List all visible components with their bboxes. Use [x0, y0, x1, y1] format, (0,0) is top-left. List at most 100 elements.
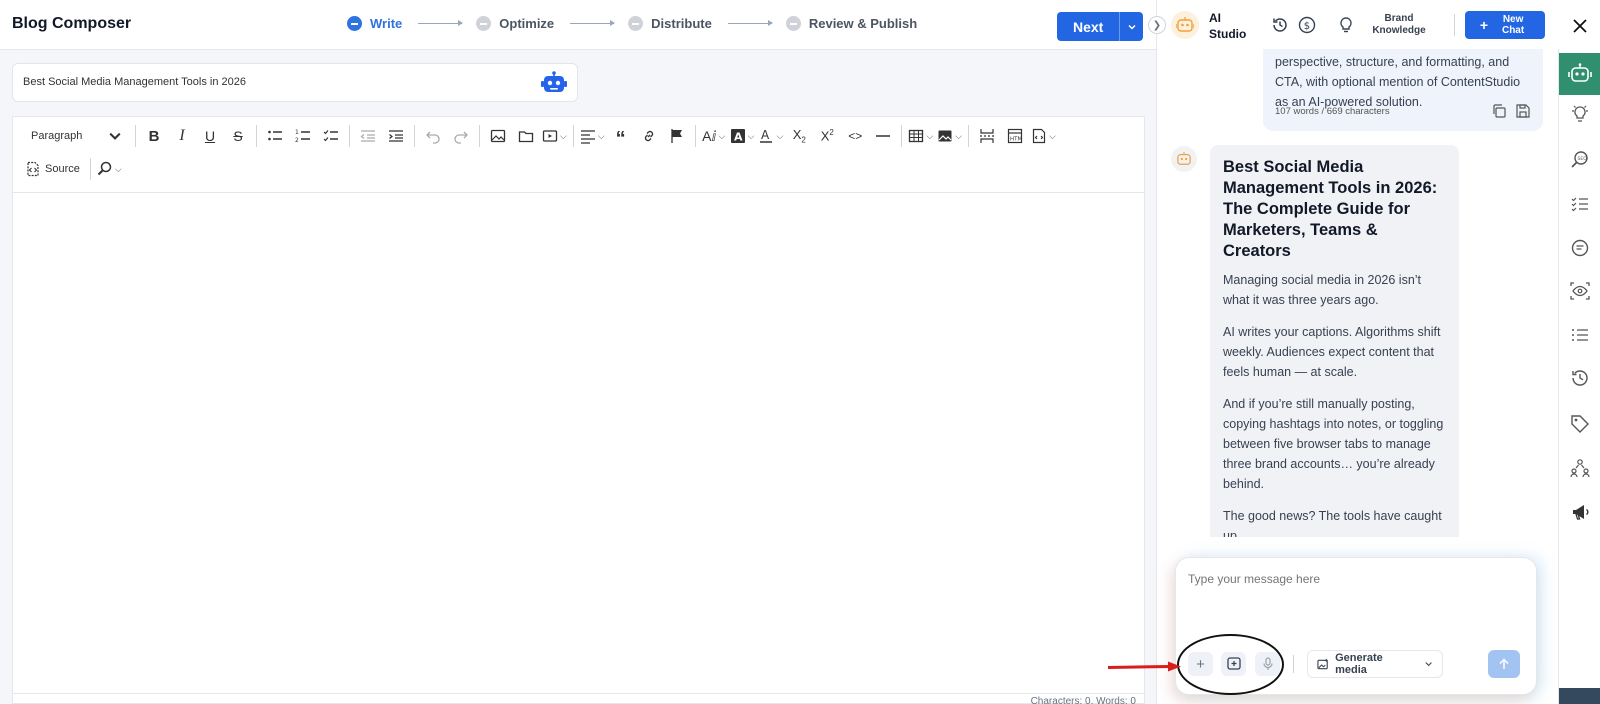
insert-media-button[interactable]: ⌵ [542, 125, 567, 147]
svg-text:A: A [734, 131, 743, 144]
toolbar-divider [349, 125, 350, 147]
preview-eye-icon[interactable] [1570, 281, 1590, 301]
chevron-down-icon: ⌵ [955, 130, 962, 141]
step-optimize[interactable]: Optimize [476, 16, 554, 31]
rail-ai-studio[interactable] [1559, 53, 1600, 95]
assistant-message-paragraph: And if you’re still manually posting, co… [1223, 397, 1444, 491]
lightbulb-icon[interactable] [1337, 16, 1355, 34]
rich-text-editor: Paragraph B I U S 12 ⌵ ⌵ “ Aⅈ ⌵ A ⌵ A ⌵ … [12, 116, 1145, 704]
next-dropdown-button[interactable] [1119, 12, 1144, 41]
step-write[interactable]: Write [347, 16, 402, 31]
attach-button[interactable]: + [1188, 652, 1213, 676]
svg-text:HTM: HTM [1010, 137, 1022, 143]
checklist-icon[interactable] [1570, 194, 1590, 214]
link-button[interactable] [637, 125, 661, 147]
insert-table-button[interactable]: ⌵ [908, 125, 933, 147]
svg-text:1: 1 [295, 129, 299, 136]
chevron-down-icon: ⌵ [114, 163, 122, 174]
todo-list-button[interactable] [319, 125, 343, 147]
comments-icon[interactable] [1570, 238, 1590, 258]
numbered-list-button[interactable]: 12 [291, 125, 315, 147]
italic-button[interactable]: I [170, 125, 194, 147]
new-chat-button[interactable]: + New Chat [1465, 11, 1545, 39]
find-replace-icon [97, 161, 112, 176]
blog-title-field[interactable]: Best Social Media Management Tools in 20… [12, 63, 578, 102]
redo-button[interactable] [449, 125, 473, 147]
microphone-icon [1262, 657, 1273, 670]
source-label: Source [45, 163, 80, 175]
show-blocks-button[interactable]: ⌵ [1031, 125, 1056, 147]
close-icon[interactable] [1571, 17, 1589, 35]
bold-button[interactable]: B [142, 125, 166, 147]
align-left-icon [580, 130, 595, 144]
prompt-library-button[interactable] [1221, 652, 1246, 676]
brand-knowledge-button[interactable]: Brand Knowledge [1369, 13, 1429, 37]
highlight-button[interactable]: A ⌵ [730, 125, 754, 147]
step-label: Optimize [499, 16, 555, 31]
toolbar-divider [89, 158, 91, 180]
paragraph-style-select[interactable]: Paragraph [21, 125, 129, 147]
highlight-icon: A [730, 129, 745, 144]
generate-media-dropdown[interactable]: Generate media [1307, 650, 1443, 678]
credits-dollar-icon[interactable]: $ [1298, 16, 1316, 34]
outline-list-icon[interactable] [1570, 325, 1590, 345]
seo-search-icon[interactable]: SEO [1570, 150, 1590, 170]
chevron-down-icon [109, 132, 121, 140]
code-button[interactable]: <> [843, 125, 867, 147]
html-embed-icon: HTM [1007, 128, 1022, 144]
team-collaboration-icon[interactable] [1570, 458, 1590, 478]
file-manager-button[interactable] [514, 125, 538, 147]
font-size-button[interactable]: Aⅈ ⌵ [702, 125, 726, 147]
subscript-button[interactable]: X2 [787, 125, 811, 147]
step-review-publish[interactable]: Review & Publish [785, 16, 917, 31]
megaphone-icon[interactable] [1570, 502, 1590, 522]
chevron-right-icon: ❯ [1152, 19, 1162, 31]
font-color-icon: A [760, 128, 773, 143]
copy-icon[interactable] [1491, 103, 1507, 119]
alignment-button[interactable]: ⌵ [580, 125, 605, 147]
horizontal-line-button[interactable] [871, 125, 895, 147]
horizontal-line-icon [876, 135, 891, 137]
step-write-dot-icon [347, 16, 362, 31]
ideas-lightbulb-icon[interactable] [1570, 104, 1590, 124]
blog-title-text[interactable]: Best Social Media Management Tools in 20… [23, 76, 246, 88]
robot-icon[interactable] [541, 71, 567, 95]
tag-icon[interactable] [1570, 414, 1590, 434]
strikethrough-button[interactable]: S [226, 125, 250, 147]
insert-image-dropdown[interactable]: ⌵ [937, 125, 962, 147]
history-icon[interactable] [1271, 16, 1289, 34]
bulleted-list-button[interactable] [263, 125, 287, 147]
undo-button[interactable] [421, 125, 445, 147]
header-divider [1454, 14, 1455, 36]
editor-content-area[interactable] [13, 193, 1144, 683]
chat-message-input[interactable] [1188, 572, 1518, 586]
blockquote-button[interactable]: “ [609, 125, 633, 149]
source-button[interactable]: Source [25, 158, 84, 180]
step-distribute[interactable]: Distribute [628, 16, 712, 31]
save-icon[interactable] [1515, 103, 1531, 119]
next-button[interactable]: Next [1057, 12, 1120, 41]
font-color-button[interactable]: A ⌵ [758, 125, 783, 147]
word-counter: Characters: 0, Words: 0 [1030, 696, 1136, 704]
font-size-icon: Aⅈ [702, 127, 717, 144]
find-replace-button[interactable]: ⌵ [97, 158, 122, 180]
image-sparkle-icon [1317, 658, 1328, 669]
bookmark-button[interactable] [665, 125, 689, 147]
ai-studio-avatar [1171, 11, 1199, 39]
page-break-button[interactable] [975, 125, 999, 147]
chevron-down-icon: ⌵ [776, 130, 784, 141]
underline-button[interactable]: U [198, 125, 222, 147]
outdent-button[interactable] [356, 125, 380, 147]
chevron-down-icon: ⌵ [1048, 130, 1056, 141]
toolbar-divider [135, 125, 136, 147]
source-doc-icon [1032, 128, 1046, 144]
indent-button[interactable] [384, 125, 408, 147]
collapse-panel-button[interactable]: ❯ [1148, 16, 1166, 34]
superscript-button[interactable]: X2 [815, 125, 839, 147]
step-optimize-dot-icon [476, 16, 492, 31]
send-button[interactable] [1488, 650, 1520, 678]
insert-image-button[interactable] [486, 125, 510, 147]
html-embed-button[interactable]: HTM [1003, 125, 1027, 147]
voice-input-button[interactable] [1255, 652, 1280, 676]
version-history-icon[interactable] [1570, 368, 1590, 388]
